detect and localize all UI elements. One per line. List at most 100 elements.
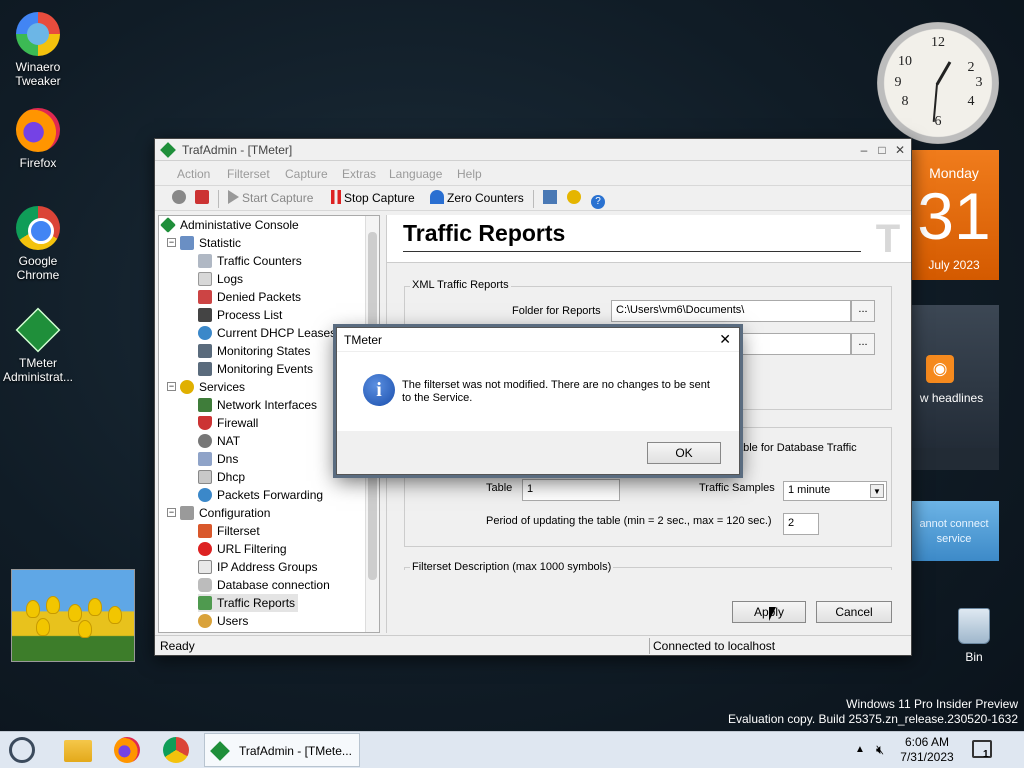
taskbar: TrafAdmin - [TMete... ▲ 🔇︎ 6:06 AM 7/31/… xyxy=(0,731,1024,768)
tree-item-firewall[interactable]: Firewall xyxy=(198,414,258,432)
help-icon[interactable]: ? xyxy=(591,190,608,209)
desktop-icon-firefox[interactable]: Firefox xyxy=(0,108,76,170)
settings-gear-icon[interactable] xyxy=(172,190,189,208)
shield-icon xyxy=(198,416,212,430)
browse-second-button[interactable]: ... xyxy=(851,333,875,355)
tree-item-nat[interactable]: NAT xyxy=(198,432,240,450)
tree-configuration[interactable]: Configuration xyxy=(180,504,270,522)
minimize-button[interactable]: – xyxy=(855,141,873,159)
browse-folder-button[interactable]: ... xyxy=(851,300,875,322)
tree-item-traffic-counters[interactable]: Traffic Counters xyxy=(198,252,302,270)
speaker-muted-icon[interactable]: 🔇︎ xyxy=(876,742,884,758)
menu-capture[interactable]: Capture xyxy=(285,167,328,181)
chrome-taskbar-icon[interactable] xyxy=(163,737,189,763)
tree-item-dhcp[interactable]: Dhcp xyxy=(198,468,245,486)
cube-icon xyxy=(198,470,212,484)
disconnect-icon[interactable] xyxy=(195,190,212,208)
close-button[interactable]: ✕ xyxy=(891,141,909,159)
tree-root[interactable]: Administative Console xyxy=(160,216,299,234)
database-option-label: able for Database Traffic xyxy=(737,442,857,454)
weather-gadget: annot connect service xyxy=(909,501,999,561)
tree-item-filterset[interactable]: Filterset xyxy=(198,522,260,540)
menubar: Action Filterset Capture Extras Language… xyxy=(155,162,911,184)
tree-services[interactable]: Services xyxy=(180,378,245,396)
desktop-icon-label: Winaero Tweaker xyxy=(15,60,61,88)
calendar-month: July 2023 xyxy=(928,258,980,272)
table-input[interactable]: 1 xyxy=(522,479,620,501)
tree-statistic[interactable]: Statistic xyxy=(180,234,241,252)
ok-button[interactable]: OK xyxy=(647,442,721,464)
recycle-bin[interactable]: Bin xyxy=(950,608,998,664)
firefox-taskbar-icon[interactable] xyxy=(114,737,140,763)
dns-icon xyxy=(198,452,212,466)
dropdown-arrow-icon: ▼ xyxy=(870,484,884,498)
file-explorer-icon[interactable] xyxy=(64,740,92,762)
description-group-label: Filterset Description (max 1000 symbols) xyxy=(410,561,614,573)
database-icon xyxy=(198,578,212,592)
start-capture-button[interactable]: Start Capture xyxy=(228,190,313,208)
status-connection: Connected to localhost xyxy=(653,639,776,653)
cancel-button[interactable]: Cancel xyxy=(816,601,892,623)
menu-filterset[interactable]: Filterset xyxy=(227,167,270,181)
dialog-close-icon[interactable]: ✕ xyxy=(719,331,731,348)
collapse-services[interactable]: − xyxy=(167,382,176,391)
maximize-button[interactable]: □ xyxy=(873,141,891,159)
log-icon xyxy=(198,272,212,286)
tree-item-users[interactable]: Users xyxy=(198,612,248,630)
desktop-icon-winaero[interactable]: Winaero Tweaker xyxy=(0,12,76,88)
tmeter-taskbar-icon xyxy=(210,741,230,761)
traffic-samples-label: Traffic Samples xyxy=(699,482,775,494)
tree-item-ip-address-groups[interactable]: IP Address Groups xyxy=(198,558,318,576)
edit-icon[interactable] xyxy=(543,190,560,208)
tree-item-packets-forwarding[interactable]: Packets Forwarding xyxy=(198,486,323,504)
toolbar: Start Capture Stop Capture Zero Counters… xyxy=(155,185,911,211)
desktop-icon-tmeter[interactable]: TMeter Administrat... xyxy=(0,307,76,384)
status-bar: Ready Connected to localhost xyxy=(155,635,911,655)
taskbar-clock[interactable]: 6:06 AM 7/31/2023 xyxy=(892,735,962,765)
globe-icon xyxy=(198,326,212,340)
tree-item-url-filtering[interactable]: URL Filtering xyxy=(198,540,287,558)
content-banner: Traffic Reports T xyxy=(387,215,911,263)
desktop-icon-chrome[interactable]: Google Chrome xyxy=(0,206,76,282)
tree-item-process-list[interactable]: Process List xyxy=(198,306,282,324)
zero-counters-icon xyxy=(430,190,444,204)
tree-item-monitoring-states[interactable]: Monitoring States xyxy=(198,342,310,360)
menu-language[interactable]: Language xyxy=(389,167,442,181)
notification-count: 1 xyxy=(983,749,989,760)
dialog-message: The filterset was not modified. There ar… xyxy=(402,379,710,404)
traffic-samples-select[interactable]: 1 minute ▼ xyxy=(783,481,887,501)
lock-icon[interactable] xyxy=(567,190,584,208)
no-entry-icon xyxy=(198,542,212,556)
show-hidden-icons-chevron-icon[interactable]: ▲ xyxy=(855,744,865,755)
dialog-title: TMeter xyxy=(344,333,383,347)
folder-label: Folder for Reports xyxy=(512,305,601,317)
tree-item-dns[interactable]: Dns xyxy=(198,450,238,468)
menu-action[interactable]: Action xyxy=(177,167,210,181)
tree-item-denied-packets[interactable]: Denied Packets xyxy=(198,288,301,306)
menu-extras[interactable]: Extras xyxy=(342,167,376,181)
desktop-icon-label: Google Chrome xyxy=(16,254,60,282)
notification-icon[interactable] xyxy=(972,740,992,758)
table-label: Table xyxy=(486,482,513,494)
stop-capture-button[interactable]: Stop Capture xyxy=(331,190,415,208)
collapse-statistic[interactable]: − xyxy=(167,238,176,247)
wrench-icon xyxy=(180,506,194,520)
tree-item-logs[interactable]: Logs xyxy=(198,270,243,288)
folder-input[interactable]: C:\Users\vm6\Documents\ xyxy=(611,300,851,322)
tree-item-dhcp-leases[interactable]: Current DHCP Leases xyxy=(198,324,336,342)
weather-text: annot connect service xyxy=(919,518,989,545)
taskbar-trafadmin-button[interactable]: TrafAdmin - [TMete... xyxy=(204,733,360,767)
zero-counters-button[interactable]: Zero Counters xyxy=(430,190,524,208)
dialog-titlebar[interactable]: TMeter ✕ xyxy=(337,328,739,352)
window-titlebar[interactable]: TrafAdmin - [TMeter] – □ ✕ xyxy=(155,139,911,161)
period-input[interactable]: 2 xyxy=(783,513,819,535)
menu-help[interactable]: Help xyxy=(457,167,482,181)
mouse-cursor-icon xyxy=(769,607,776,621)
collapse-configuration[interactable]: − xyxy=(167,508,176,517)
tree-item-network-interfaces[interactable]: Network Interfaces xyxy=(198,396,317,414)
tree-item-traffic-reports[interactable]: Traffic Reports xyxy=(198,594,299,612)
tree-item-monitoring-events[interactable]: Monitoring Events xyxy=(198,360,313,378)
start-button[interactable] xyxy=(9,737,35,763)
tree-item-database-connection[interactable]: Database connection xyxy=(198,576,330,594)
denied-icon xyxy=(198,290,212,304)
